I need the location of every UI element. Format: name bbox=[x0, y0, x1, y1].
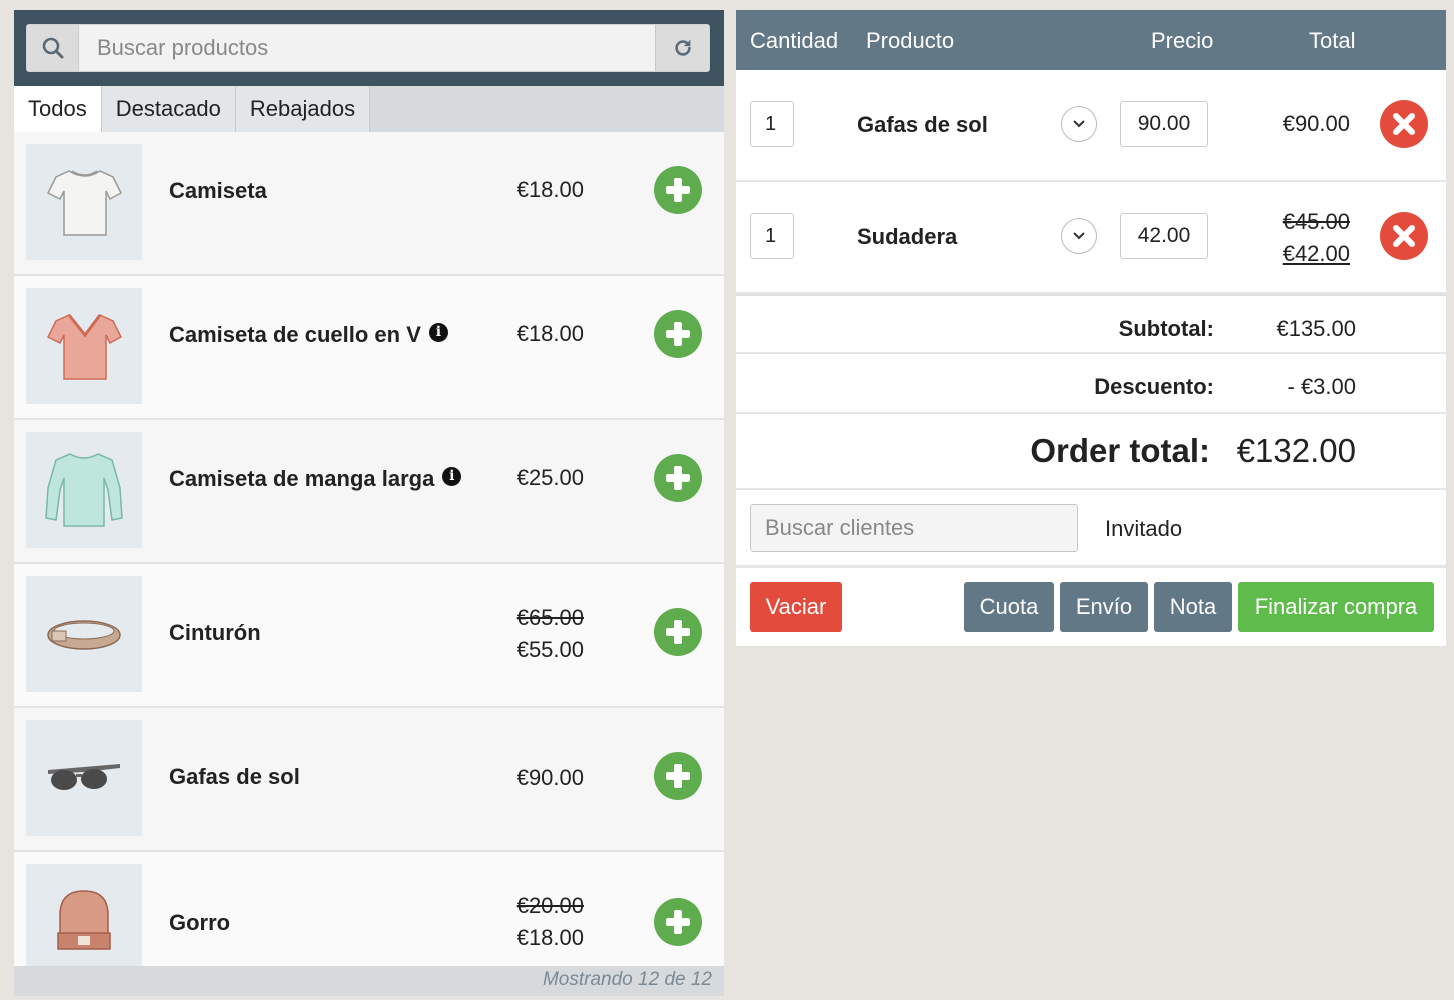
search-box bbox=[26, 24, 710, 72]
note-button[interactable]: Nota bbox=[1154, 582, 1232, 632]
search-bar bbox=[14, 10, 724, 86]
order-total-row: Order total: €132.00 bbox=[736, 414, 1446, 490]
price-input[interactable]: 90.00 bbox=[1120, 101, 1208, 147]
product-tabs: Todos Destacado Rebajados bbox=[14, 86, 724, 132]
product-thumbnail bbox=[26, 144, 142, 260]
product-name: Cinturón bbox=[169, 620, 261, 645]
subtotal-value: €135.00 bbox=[1276, 316, 1356, 341]
discount-row: Descuento: - €3.00 bbox=[736, 354, 1446, 414]
product-row: Gafas de sol €90.00 bbox=[14, 708, 724, 852]
column-header-product: Producto bbox=[866, 28, 955, 53]
product-panel: Todos Destacado Rebajados Camiseta €18.0… bbox=[14, 10, 724, 996]
cart-header: Cantidad Producto Precio Total bbox=[736, 10, 1446, 70]
product-price: €90.00 bbox=[516, 765, 584, 790]
plus-icon bbox=[666, 322, 690, 346]
remove-item-button[interactable] bbox=[1380, 100, 1428, 148]
product-name: Camiseta bbox=[169, 178, 267, 203]
cart-item: 1 Sudadera 42.00 €45.00 €42.00 bbox=[736, 182, 1446, 294]
plus-icon bbox=[666, 620, 690, 644]
product-row: Camiseta de cuello en V i €18.00 bbox=[14, 276, 724, 420]
add-to-cart-button[interactable] bbox=[654, 752, 702, 800]
cart-panel: Cantidad Producto Precio Total 1 Gafas d… bbox=[736, 10, 1446, 646]
product-name: Camiseta de manga larga bbox=[169, 466, 435, 491]
close-icon bbox=[1393, 225, 1415, 247]
tab-destacado[interactable]: Destacado bbox=[101, 86, 236, 132]
shipping-button[interactable]: Envío bbox=[1060, 582, 1148, 632]
cart-item-total: €90.00 bbox=[1282, 111, 1350, 136]
customer-row: Invitado bbox=[736, 490, 1446, 568]
cart-item-total: €45.00 €42.00 bbox=[1283, 206, 1350, 270]
customer-guest-label: Invitado bbox=[1105, 516, 1183, 541]
refresh-icon[interactable] bbox=[655, 25, 709, 71]
price-input[interactable]: 42.00 bbox=[1120, 213, 1208, 259]
original-price: €20.00 bbox=[516, 893, 584, 918]
add-to-cart-button[interactable] bbox=[654, 454, 702, 502]
product-search-input[interactable] bbox=[79, 25, 655, 71]
tab-rebajados[interactable]: Rebajados bbox=[235, 86, 371, 132]
quantity-input[interactable]: 1 bbox=[750, 101, 794, 147]
cart-actions: Vaciar Cuota Envío Nota Finalizar compra bbox=[736, 568, 1446, 644]
add-to-cart-button[interactable] bbox=[654, 166, 702, 214]
discount-label: Descuento: bbox=[1094, 374, 1214, 399]
product-name: Gafas de sol bbox=[169, 764, 300, 789]
product-thumbnail bbox=[26, 864, 142, 980]
customer-search-input[interactable] bbox=[750, 504, 1078, 552]
order-total-value: €132.00 bbox=[1236, 432, 1356, 469]
sale-price: €55.00 bbox=[516, 637, 584, 662]
add-to-cart-button[interactable] bbox=[654, 898, 702, 946]
product-row: Camiseta de manga larga i €25.00 bbox=[14, 420, 724, 564]
product-thumbnail bbox=[26, 576, 142, 692]
cart-item-name: Gafas de sol bbox=[857, 112, 988, 137]
product-price: €20.00 €18.00 bbox=[454, 890, 584, 954]
product-price: €18.00 bbox=[516, 177, 584, 202]
product-count-status: Mostrando 12 de 12 bbox=[14, 966, 724, 996]
order-total-label: Order total: bbox=[1030, 432, 1210, 469]
discounted-total: €42.00 bbox=[1282, 241, 1350, 266]
column-header-price: Precio bbox=[1151, 28, 1214, 53]
product-price: €18.00 bbox=[516, 321, 584, 346]
column-header-total: Total bbox=[1309, 28, 1356, 53]
tab-todos[interactable]: Todos bbox=[14, 86, 102, 132]
cart-item-name: Sudadera bbox=[857, 224, 958, 249]
add-to-cart-button[interactable] bbox=[654, 608, 702, 656]
product-name: Gorro bbox=[169, 910, 231, 935]
subtotal-row: Subtotal: €135.00 bbox=[736, 294, 1446, 354]
plus-icon bbox=[666, 178, 690, 202]
product-name: Camiseta de cuello en V bbox=[169, 322, 421, 347]
close-icon bbox=[1393, 113, 1415, 135]
chevron-down-icon[interactable] bbox=[1061, 218, 1097, 254]
discount-value: - €3.00 bbox=[1287, 374, 1357, 399]
info-icon[interactable]: i bbox=[428, 322, 448, 342]
quantity-input[interactable]: 1 bbox=[750, 213, 794, 259]
clear-cart-button[interactable]: Vaciar bbox=[750, 582, 842, 632]
product-price: €25.00 bbox=[516, 465, 584, 490]
original-price: €65.00 bbox=[516, 605, 584, 630]
product-thumbnail bbox=[26, 288, 142, 404]
product-list: Camiseta €18.00 Camiseta de cuello en V … bbox=[14, 132, 724, 996]
plus-icon bbox=[666, 764, 690, 788]
subtotal-label: Subtotal: bbox=[1118, 316, 1214, 341]
remove-item-button[interactable] bbox=[1380, 212, 1428, 260]
add-to-cart-button[interactable] bbox=[654, 310, 702, 358]
chevron-down-icon[interactable] bbox=[1061, 106, 1097, 142]
search-icon[interactable] bbox=[27, 25, 79, 71]
original-total: €45.00 bbox=[1282, 209, 1350, 234]
cart-item: 1 Gafas de sol 90.00 €90.00 bbox=[736, 70, 1446, 182]
product-thumbnail bbox=[26, 720, 142, 836]
product-price: €65.00 €55.00 bbox=[454, 602, 584, 666]
sale-price: €18.00 bbox=[516, 925, 584, 950]
plus-icon bbox=[666, 466, 690, 490]
product-row: Camiseta €18.00 bbox=[14, 132, 724, 276]
column-header-qty: Cantidad bbox=[750, 28, 839, 53]
product-thumbnail bbox=[26, 432, 142, 548]
plus-icon bbox=[666, 910, 690, 934]
product-row: Cinturón €65.00 €55.00 bbox=[14, 564, 724, 708]
checkout-button[interactable]: Finalizar compra bbox=[1238, 582, 1434, 632]
fee-button[interactable]: Cuota bbox=[964, 582, 1054, 632]
